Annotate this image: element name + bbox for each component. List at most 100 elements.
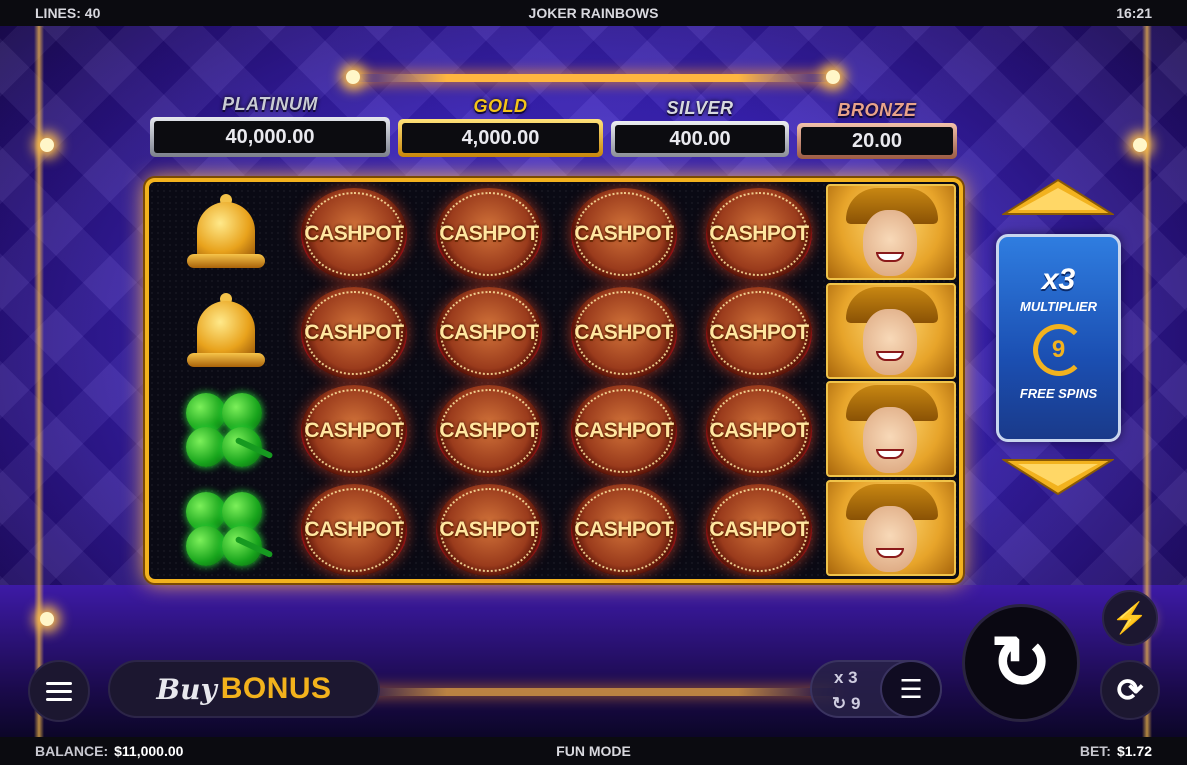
jackpot-value: 400.00: [615, 125, 785, 153]
cashpot-symbol: CASHPOT: [424, 285, 554, 381]
cashpot-symbol: CASHPOT: [289, 186, 419, 282]
top-status-bar: LINES: 40 JOKER RAINBOWS 16:21: [0, 0, 1187, 26]
cashpot-coin: CASHPOT: [301, 484, 407, 576]
feature-down-arrow[interactable]: [1000, 456, 1116, 496]
cashpot-coin: CASHPOT: [571, 287, 677, 379]
cashpot-label: CASHPOT: [439, 321, 539, 344]
cashpot-label: CASHPOT: [709, 222, 809, 245]
sparkle: [1133, 138, 1147, 152]
cashpot-symbol: CASHPOT: [289, 383, 419, 479]
cashpot-coin: CASHPOT: [571, 188, 677, 280]
top-light-bar: [350, 74, 835, 82]
cashpot-coin: CASHPOT: [706, 484, 812, 576]
cashpot-symbol: CASHPOT: [559, 482, 689, 578]
bell-symbol: [161, 186, 291, 282]
feature-spins-row: ↻ 9: [832, 694, 860, 714]
buy-label: Buy: [156, 672, 217, 706]
bell-icon: [187, 293, 265, 373]
cashpot-label: CASHPOT: [709, 419, 809, 442]
buy-bonus-button[interactable]: Buy BONUS: [108, 660, 380, 718]
feature-spins: 9: [850, 694, 861, 713]
sparkle: [40, 138, 54, 152]
free-spins-icon: 9: [1032, 324, 1085, 376]
mode-label: FUN MODE: [556, 743, 631, 759]
game-screen: LINES: 40 JOKER RAINBOWS 16:21 PLATINUM …: [0, 0, 1187, 765]
cashpot-coin: CASHPOT: [706, 188, 812, 280]
feature-up-arrow[interactable]: [1000, 178, 1116, 218]
cashpot-coin: CASHPOT: [301, 287, 407, 379]
cashpot-symbol: CASHPOT: [424, 383, 554, 479]
clover-symbol: [161, 383, 291, 479]
left-light-pillar: [34, 26, 44, 737]
joker-symbol: [826, 480, 956, 576]
coin-stack-icon[interactable]: ☰: [880, 660, 942, 718]
multiplier-value: x3: [1041, 263, 1076, 296]
hamburger-menu-icon[interactable]: [28, 660, 90, 722]
jackpot-frame: 4,000.00: [398, 119, 603, 157]
jackpot-value: 20.00: [801, 127, 953, 155]
four-leaf-clover-icon: [178, 389, 274, 473]
spin-arrow-icon: ↻: [989, 621, 1052, 704]
cashpot-symbol: CASHPOT: [424, 482, 554, 578]
cashpot-coin: CASHPOT: [436, 287, 542, 379]
autoplay-icon[interactable]: ⟳: [1100, 660, 1160, 720]
balance-value: $11,000.00: [114, 743, 184, 759]
free-spins-label: FREE SPINS: [1019, 386, 1098, 401]
cashpot-coin: CASHPOT: [301, 188, 407, 280]
cashpot-symbol: CASHPOT: [694, 285, 824, 381]
joker-symbol: [826, 184, 956, 280]
cashpot-coin: CASHPOT: [436, 188, 542, 280]
multiplier-free-spins-panel: x3 MULTIPLIER 9 FREE SPINS: [996, 234, 1121, 442]
bottom-status-bar: BALANCE: $11,000.00 FUN MODE BET: $1.72: [0, 737, 1187, 765]
cashpot-label: CASHPOT: [304, 321, 404, 344]
cashpot-symbol: CASHPOT: [289, 482, 419, 578]
cashpot-coin: CASHPOT: [706, 385, 812, 477]
balance: BALANCE: $11,000.00: [35, 743, 183, 759]
free-spins-count: 9: [1051, 336, 1066, 363]
bell-symbol: [161, 285, 291, 381]
clock: 16:21: [1116, 5, 1152, 21]
cashpot-symbol: CASHPOT: [289, 285, 419, 381]
cashpot-label: CASHPOT: [574, 222, 674, 245]
cashpot-coin: CASHPOT: [571, 385, 677, 477]
cashpot-label: CASHPOT: [304, 518, 404, 541]
spins-cycle-icon: ↻: [832, 694, 847, 713]
cashpot-label: CASHPOT: [709, 321, 809, 344]
jackpot-frame: 400.00: [611, 121, 789, 157]
bet-label: BET:: [1079, 743, 1111, 759]
four-leaf-clover-icon: [178, 488, 274, 572]
cashpot-coin: CASHPOT: [436, 385, 542, 477]
bell-icon: [187, 194, 265, 274]
lightning-icon[interactable]: ⚡: [1102, 590, 1158, 646]
cashpot-coin: CASHPOT: [571, 484, 677, 576]
cashpot-label: CASHPOT: [304, 419, 404, 442]
balance-label: BALANCE:: [35, 743, 109, 759]
jackpot-bronze: BRONZE 20.00: [797, 100, 957, 159]
jackpot-label: PLATINUM: [222, 94, 318, 114]
bottom-light-bar: [350, 688, 835, 696]
cashpot-label: CASHPOT: [439, 222, 539, 245]
cashpot-symbol: CASHPOT: [694, 186, 824, 282]
bonus-label: BONUS: [220, 672, 332, 705]
jackpot-value: 4,000.00: [402, 123, 599, 153]
sparkle: [346, 70, 360, 84]
joker-symbol: [826, 283, 956, 379]
bet: BET: $1.72: [1080, 743, 1152, 759]
cashpot-symbol: CASHPOT: [694, 482, 824, 578]
feature-multiplier: x 3: [834, 668, 858, 687]
joker-symbol: [826, 381, 956, 477]
cashpot-coin: CASHPOT: [706, 287, 812, 379]
cashpot-label: CASHPOT: [439, 419, 539, 442]
jackpot-platinum: PLATINUM 40,000.00: [150, 94, 390, 157]
cashpot-coin: CASHPOT: [301, 385, 407, 477]
lines-count: LINES: 40: [35, 5, 101, 21]
cashpot-label: CASHPOT: [304, 222, 404, 245]
jackpot-label: BRONZE: [837, 100, 917, 120]
game-title: JOKER RAINBOWS: [528, 5, 659, 21]
clover-symbol: [161, 482, 291, 578]
cashpot-symbol: CASHPOT: [559, 186, 689, 282]
reel-grid: CASHPOT CASHPOT CASHPOT CASHPOT CASHPOT CASHP…: [145, 178, 963, 583]
jackpot-frame: 20.00: [797, 123, 957, 159]
spin-button[interactable]: ↻: [962, 604, 1080, 722]
sparkle: [40, 612, 54, 626]
